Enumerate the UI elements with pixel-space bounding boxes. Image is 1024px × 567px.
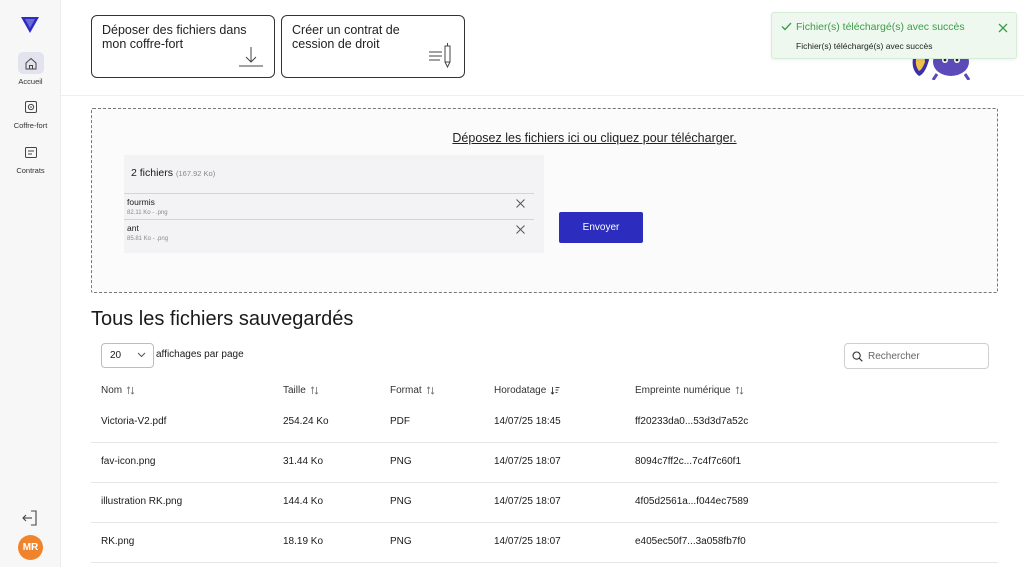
- cell-name: Victoria-V2.pdf: [101, 416, 167, 427]
- column-header-horodatage[interactable]: Horodatage: [494, 385, 560, 396]
- file-name: ant: [127, 223, 139, 233]
- cell-size: 254.24 Ko: [283, 416, 329, 427]
- file-meta: 82.11 Ko - .png: [127, 210, 168, 216]
- dropzone-prompt-link[interactable]: Déposez les fichiers ici ou cliquez pour…: [92, 131, 997, 145]
- cell-size: 144.4 Ko: [283, 496, 324, 507]
- cell-format: PNG: [390, 536, 412, 547]
- contract-icon: [18, 141, 44, 163]
- sidebar: Accueil Coffre-fort Contrats MR: [0, 0, 61, 567]
- cell-size: 31.44 Ko: [283, 456, 324, 467]
- per-page-label: affichages par page: [156, 349, 244, 360]
- table-row[interactable]: illustration RK.png 144.4 Ko PNG 14/07/2…: [91, 483, 998, 523]
- sidebar-item-label: Contrats: [16, 166, 45, 175]
- cell-timestamp: 14/07/25 18:45: [494, 416, 561, 427]
- sort-descending-icon: [550, 387, 560, 395]
- logout-icon[interactable]: [21, 509, 39, 527]
- sort-icon: [310, 386, 319, 395]
- send-button[interactable]: Envoyer: [559, 212, 643, 243]
- cell-hash: 4f05d2561a...f044ec7589: [635, 496, 749, 507]
- cell-timestamp: 14/07/25 18:07: [494, 456, 561, 467]
- selected-files-list: 2 fichiers (167.92 Ko) fourmis 82.11 Ko -…: [124, 155, 544, 253]
- cell-name: RK.png: [101, 536, 135, 547]
- column-header-label: Taille: [283, 385, 306, 396]
- table-row[interactable]: RK.png 18.19 Ko PNG 14/07/25 18:07 e405e…: [91, 523, 998, 563]
- column-header-label: Horodatage: [494, 385, 547, 396]
- search-icon: [852, 351, 863, 362]
- safe-icon: [18, 96, 44, 118]
- avatar[interactable]: MR: [18, 535, 43, 560]
- file-name: fourmis: [127, 197, 155, 207]
- cell-format: PDF: [390, 416, 410, 427]
- files-count: 2 fichiers (167.92 Ko): [131, 167, 215, 179]
- success-toast: Fichier(s) téléchargé(s) avec succès Fic…: [771, 12, 1017, 59]
- column-header-label: Empreinte numérique: [635, 385, 731, 396]
- file-item: fourmis 82.11 Ko - .png: [124, 193, 534, 219]
- deposit-files-card[interactable]: Déposer des fichiers dans mon coffre-for…: [91, 15, 275, 78]
- file-item: ant 85.81 Ko - .png: [124, 219, 534, 245]
- create-contract-label: Créer un contrat de cession de droit: [292, 23, 400, 51]
- cell-timestamp: 14/07/25 18:07: [494, 496, 561, 507]
- cell-format: PNG: [390, 456, 412, 467]
- close-icon[interactable]: [998, 23, 1008, 33]
- column-header-empreinte[interactable]: Empreinte numérique: [635, 385, 744, 396]
- search-box: [844, 343, 989, 369]
- file-dropzone[interactable]: Déposez les fichiers ici ou cliquez pour…: [91, 108, 998, 293]
- files-total-size: (167.92 Ko): [176, 169, 216, 178]
- files-count-label: 2 fichiers: [131, 167, 174, 179]
- column-header-nom[interactable]: Nom: [101, 385, 135, 396]
- cell-timestamp: 14/07/25 18:07: [494, 536, 561, 547]
- avatar-initials: MR: [22, 542, 39, 553]
- page-size-value: 20: [110, 350, 122, 361]
- create-contract-card[interactable]: Créer un contrat de cession de droit: [281, 15, 465, 78]
- table-row[interactable]: Victoria-V2.pdf 254.24 Ko PDF 14/07/25 1…: [91, 403, 998, 443]
- column-header-label: Format: [390, 385, 422, 396]
- chevron-down-icon: [137, 352, 146, 358]
- cell-name: fav-icon.png: [101, 456, 156, 467]
- sort-icon: [735, 386, 743, 395]
- page-size-select[interactable]: 20: [101, 343, 154, 368]
- brand-logo-icon[interactable]: [20, 16, 40, 34]
- column-header-taille[interactable]: Taille: [283, 385, 319, 396]
- sidebar-item-contrats[interactable]: Contrats: [0, 141, 61, 175]
- cell-format: PNG: [390, 496, 412, 507]
- column-header-format[interactable]: Format: [390, 385, 435, 396]
- header-divider: [61, 95, 1024, 96]
- search-input[interactable]: [868, 348, 983, 364]
- sidebar-item-label: Coffre-fort: [13, 121, 48, 130]
- remove-file-icon[interactable]: [516, 225, 525, 234]
- download-arrow-icon: [239, 47, 263, 67]
- cell-hash: e405ec50f7...3a058fb7f0: [635, 536, 746, 547]
- toast-message: Fichier(s) téléchargé(s) avec succès: [796, 41, 933, 51]
- home-icon: [17, 52, 44, 74]
- sort-icon: [126, 386, 135, 395]
- deposit-files-label: Déposer des fichiers dans mon coffre-for…: [102, 23, 247, 51]
- table-row[interactable]: fav-icon.png 31.44 Ko PNG 14/07/25 18:07…: [91, 443, 998, 483]
- check-icon: [781, 22, 792, 31]
- cell-hash: 8094c7ff2c...7c4f7c60f1: [635, 456, 742, 467]
- cell-name: illustration RK.png: [101, 496, 183, 507]
- sidebar-item-accueil[interactable]: Accueil: [0, 52, 61, 86]
- cell-size: 18.19 Ko: [283, 536, 324, 547]
- toast-title: Fichier(s) téléchargé(s) avec succès: [796, 21, 965, 33]
- sort-icon: [426, 386, 434, 395]
- sidebar-item-coffre-fort[interactable]: Coffre-fort: [0, 96, 61, 130]
- file-meta: 85.81 Ko - .png: [127, 236, 169, 242]
- section-title: Tous les fichiers sauvegardés: [91, 308, 354, 330]
- remove-file-icon[interactable]: [516, 199, 525, 208]
- document-pen-icon: [429, 43, 451, 68]
- column-header-label: Nom: [101, 385, 123, 396]
- sidebar-item-label: Accueil: [18, 77, 43, 86]
- cell-hash: ff20233da0...53d3d7a52c: [635, 416, 749, 427]
